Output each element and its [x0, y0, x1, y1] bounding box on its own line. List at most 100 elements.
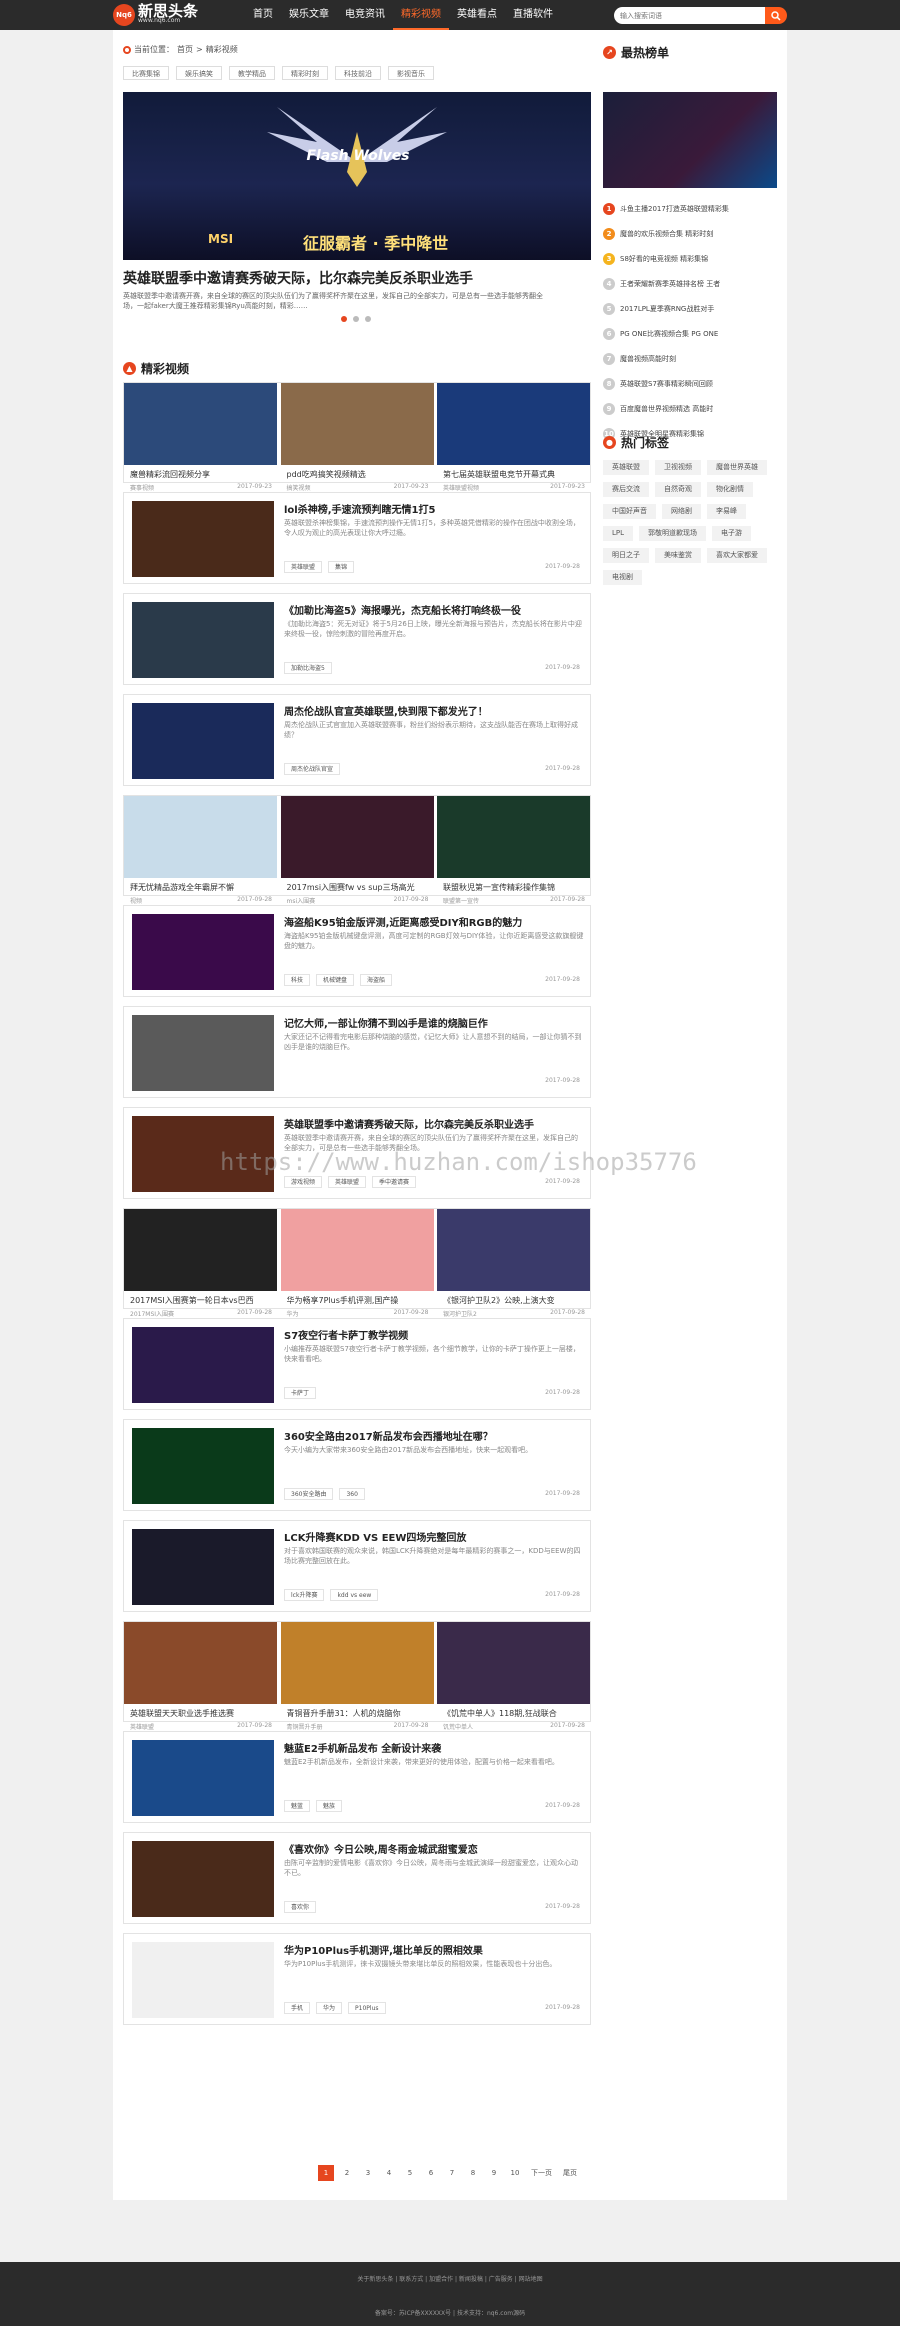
article-card[interactable]: 华为P10Plus手机测评,堪比单反的照相效果 华为P10Plus手机测评，徕卡双… — [123, 1933, 591, 2025]
video-card[interactable]: 英雄联盟天天职业选手推选赛 英雄联盟 2017-09-28 — [124, 1622, 277, 1731]
video-title[interactable]: 华为畅享7Plus手机评测,国产操 — [287, 1295, 435, 1306]
article-title[interactable]: LCK升降赛KDD VS EEW四场完整回放 — [284, 1529, 584, 1544]
article-tag[interactable]: 机械键盘 — [316, 974, 355, 986]
article-tag[interactable]: 集锦 — [328, 561, 355, 573]
page-link[interactable]: 4 — [381, 2165, 397, 2181]
filter-tag[interactable]: 科技前沿 — [335, 66, 381, 80]
video-card[interactable]: 《银河护卫队2》公映,上演大变 银河护卫队2 2017-09-28 — [437, 1209, 590, 1318]
page-link[interactable]: 8 — [465, 2165, 481, 2181]
video-tag[interactable]: 视频 — [130, 896, 142, 905]
article-tag[interactable]: 360 — [339, 1488, 365, 1500]
hot-tag[interactable]: 物化剧情 — [707, 482, 753, 497]
video-tag[interactable]: 联盟第一宣传 — [443, 896, 479, 905]
hot-tag[interactable]: LPL — [603, 526, 634, 541]
article-card[interactable]: 周杰伦战队官宣英雄联盟,快到限下都发光了！ 周杰伦战队正式官宣加入英雄联盟赛事，粉… — [123, 694, 591, 786]
hot-list-item[interactable]: 3 S8好看的电竞视频 精彩集锦 — [603, 246, 777, 271]
video-tag[interactable]: 青铜晋升手册 — [287, 1722, 323, 1731]
video-tag[interactable]: 赛事视频 — [130, 483, 154, 492]
article-title[interactable]: 《加勒比海盗5》海报曝光，杰克船长将打响终极一役 — [284, 602, 584, 617]
article-tag[interactable]: 游戏视频 — [284, 1176, 323, 1188]
article-tag[interactable]: 360安全路由 — [284, 1488, 334, 1500]
video-thumbnail[interactable] — [437, 1622, 590, 1704]
article-tag[interactable]: 加勒比海盗5 — [284, 662, 332, 674]
hot-list-item[interactable]: 9 百度魔兽世界视频精选 高能时 — [603, 396, 777, 421]
hot-item-title[interactable]: 百度魔兽世界视频精选 高能时 — [620, 404, 713, 414]
article-title[interactable]: lol杀神榜,手速流预判瞎无情1打5 — [284, 501, 584, 516]
article-tag[interactable]: 英雄联盟 — [328, 1176, 367, 1188]
hot-item-title[interactable]: PG ONE比赛视频合集 PG ONE — [620, 329, 718, 339]
site-logo[interactable]: Nq6 新思头条 www.nq6.com — [113, 3, 198, 27]
hot-item-title[interactable]: 王者荣耀新赛季英雄排名榜 王者 — [620, 279, 720, 289]
nav-item[interactable]: 娱乐文章 — [281, 0, 337, 30]
article-tag[interactable]: 周杰伦战队官宣 — [284, 763, 341, 775]
page-link[interactable]: 10 — [507, 2165, 523, 2181]
article-card[interactable]: 海盗船K95铂金版评测,近距离感受DIY和RGB的魅力 海盗船K95铂金版机械键盘… — [123, 905, 591, 997]
video-thumbnail[interactable] — [280, 796, 434, 878]
hot-tag[interactable]: 电子游 — [712, 526, 752, 541]
video-thumbnail[interactable] — [124, 1622, 277, 1704]
video-tag[interactable]: 银河护卫队2 — [443, 1309, 477, 1318]
hot-list-item[interactable]: 1 斗鱼主播2017打造英雄联盟精彩集 — [603, 196, 777, 221]
article-title[interactable]: 记忆大师,一部让你猜不到凶手是谁的烧脑巨作 — [284, 1015, 584, 1030]
article-card[interactable]: S7夜空行者卡萨丁教学视频 小编推荐英雄联盟S7夜空行者卡萨丁教学视频，各个细节教… — [123, 1318, 591, 1410]
page-link[interactable]: 尾页 — [560, 2165, 580, 2181]
hot-tag[interactable]: 电视剧 — [603, 570, 642, 585]
hot-item-title[interactable]: 魔兽的欢乐视频合集 精彩时刻 — [620, 229, 713, 239]
footer-links[interactable]: 关于新思头条 | 联系方式 | 加盟合作 | 新闻投稿 | 广告服务 | 网站地… — [0, 2274, 900, 2283]
video-thumbnail[interactable] — [280, 1622, 434, 1704]
article-title[interactable]: 360安全路由2017新品发布会西播地址在哪？ — [284, 1428, 584, 1443]
article-thumbnail[interactable] — [132, 703, 274, 779]
video-thumbnail[interactable] — [124, 796, 277, 878]
page-link[interactable]: 9 — [486, 2165, 502, 2181]
page-link[interactable]: 2 — [339, 2165, 355, 2181]
video-card[interactable]: 青铜晋升手册31：人机的烧脑你 青铜晋升手册 2017-09-28 — [280, 1622, 435, 1731]
nav-item[interactable]: 首页 — [245, 0, 281, 30]
hot-tag[interactable]: 喜欢大家都爱 — [707, 548, 767, 563]
video-card[interactable]: 2017msi入围赛fw vs sup三场高光 msi入围赛 2017-09-28 — [280, 796, 434, 905]
video-title[interactable]: pdd吃鸡搞笑视频精选 — [287, 469, 435, 480]
hot-list-item[interactable]: 2 魔兽的欢乐视频合集 精彩时刻 — [603, 221, 777, 246]
video-card[interactable]: 华为畅享7Plus手机评测,国产操 华为 2017-09-28 — [280, 1209, 435, 1318]
filter-tag[interactable]: 精彩时刻 — [282, 66, 328, 80]
video-card[interactable]: 第七届英雄联盟电竞节开幕式典 英雄联盟视频 2017-09-23 — [437, 383, 590, 492]
video-title[interactable]: 青铜晋升手册31：人机的烧脑你 — [287, 1708, 435, 1719]
video-title[interactable]: 《饥荒中单人》118期,狂战联合 — [443, 1708, 591, 1719]
page-link[interactable]: 下一页 — [528, 2165, 555, 2181]
video-card[interactable]: pdd吃鸡搞笑视频精选 搞笑视频 2017-09-23 — [280, 383, 435, 492]
video-card[interactable]: 魔兽精彩流回视频分享 赛事视频 2017-09-23 — [124, 383, 278, 492]
filter-tag[interactable]: 娱乐搞笑 — [176, 66, 222, 80]
filter-tag[interactable]: 比赛集锦 — [123, 66, 169, 80]
article-title[interactable]: 英雄联盟季中邀请赛秀破天际，比尔森完美反杀职业选手 — [284, 1116, 584, 1131]
article-thumbnail[interactable] — [132, 1942, 274, 2018]
hot-item-title[interactable]: 斗鱼主播2017打造英雄联盟精彩集 — [620, 204, 729, 214]
article-thumbnail[interactable] — [132, 501, 274, 577]
article-tag[interactable]: 英雄联盟 — [284, 561, 323, 573]
article-title[interactable]: S7夜空行者卡萨丁教学视频 — [284, 1327, 584, 1342]
video-title[interactable]: 魔兽精彩流回视频分享 — [130, 469, 278, 480]
article-tag[interactable]: 卡萨丁 — [284, 1387, 317, 1399]
article-card[interactable]: 记忆大师,一部让你猜不到凶手是谁的烧脑巨作 大家还记不记得看完电影后那种烧脑的感觉… — [123, 1006, 591, 1098]
hot-cover-image[interactable] — [603, 92, 777, 188]
page-link[interactable]: 1 — [318, 2165, 334, 2181]
nav-item[interactable]: 精彩视频 — [393, 0, 449, 30]
nav-item[interactable]: 英雄看点 — [449, 0, 505, 30]
video-thumbnail[interactable] — [437, 1209, 590, 1291]
hot-list-item[interactable]: 4 王者荣耀新赛季英雄排名榜 王者 — [603, 271, 777, 296]
article-tag[interactable]: 喜欢你 — [284, 1901, 317, 1913]
article-title[interactable]: 华为P10Plus手机测评,堪比单反的照相效果 — [284, 1942, 584, 1957]
hot-tag[interactable]: 郭敬明道歉现场 — [639, 526, 707, 541]
article-tag[interactable]: P10Plus — [348, 2002, 386, 2014]
article-title[interactable]: 魅蓝E2手机新品发布 全新设计来袭 — [284, 1740, 584, 1755]
article-tag[interactable]: 手机 — [284, 2002, 311, 2014]
page-link[interactable]: 6 — [423, 2165, 439, 2181]
page-link[interactable]: 7 — [444, 2165, 460, 2181]
article-tag[interactable]: kdd vs eew — [330, 1589, 379, 1601]
hot-list-item[interactable]: 6 PG ONE比赛视频合集 PG ONE — [603, 321, 777, 346]
article-tag[interactable]: 科技 — [284, 974, 311, 986]
hot-item-title[interactable]: 英雄联盟S7赛事精彩瞬间回顾 — [620, 379, 713, 389]
article-title[interactable]: 周杰伦战队官宣英雄联盟,快到限下都发光了！ — [284, 703, 584, 718]
article-tag[interactable]: 海盗船 — [360, 974, 393, 986]
breadcrumb-home[interactable]: 首页 — [177, 44, 193, 55]
video-thumbnail[interactable] — [437, 796, 590, 878]
hot-item-title[interactable]: 2017LPL夏季赛RNG战胜对手 — [620, 304, 714, 314]
